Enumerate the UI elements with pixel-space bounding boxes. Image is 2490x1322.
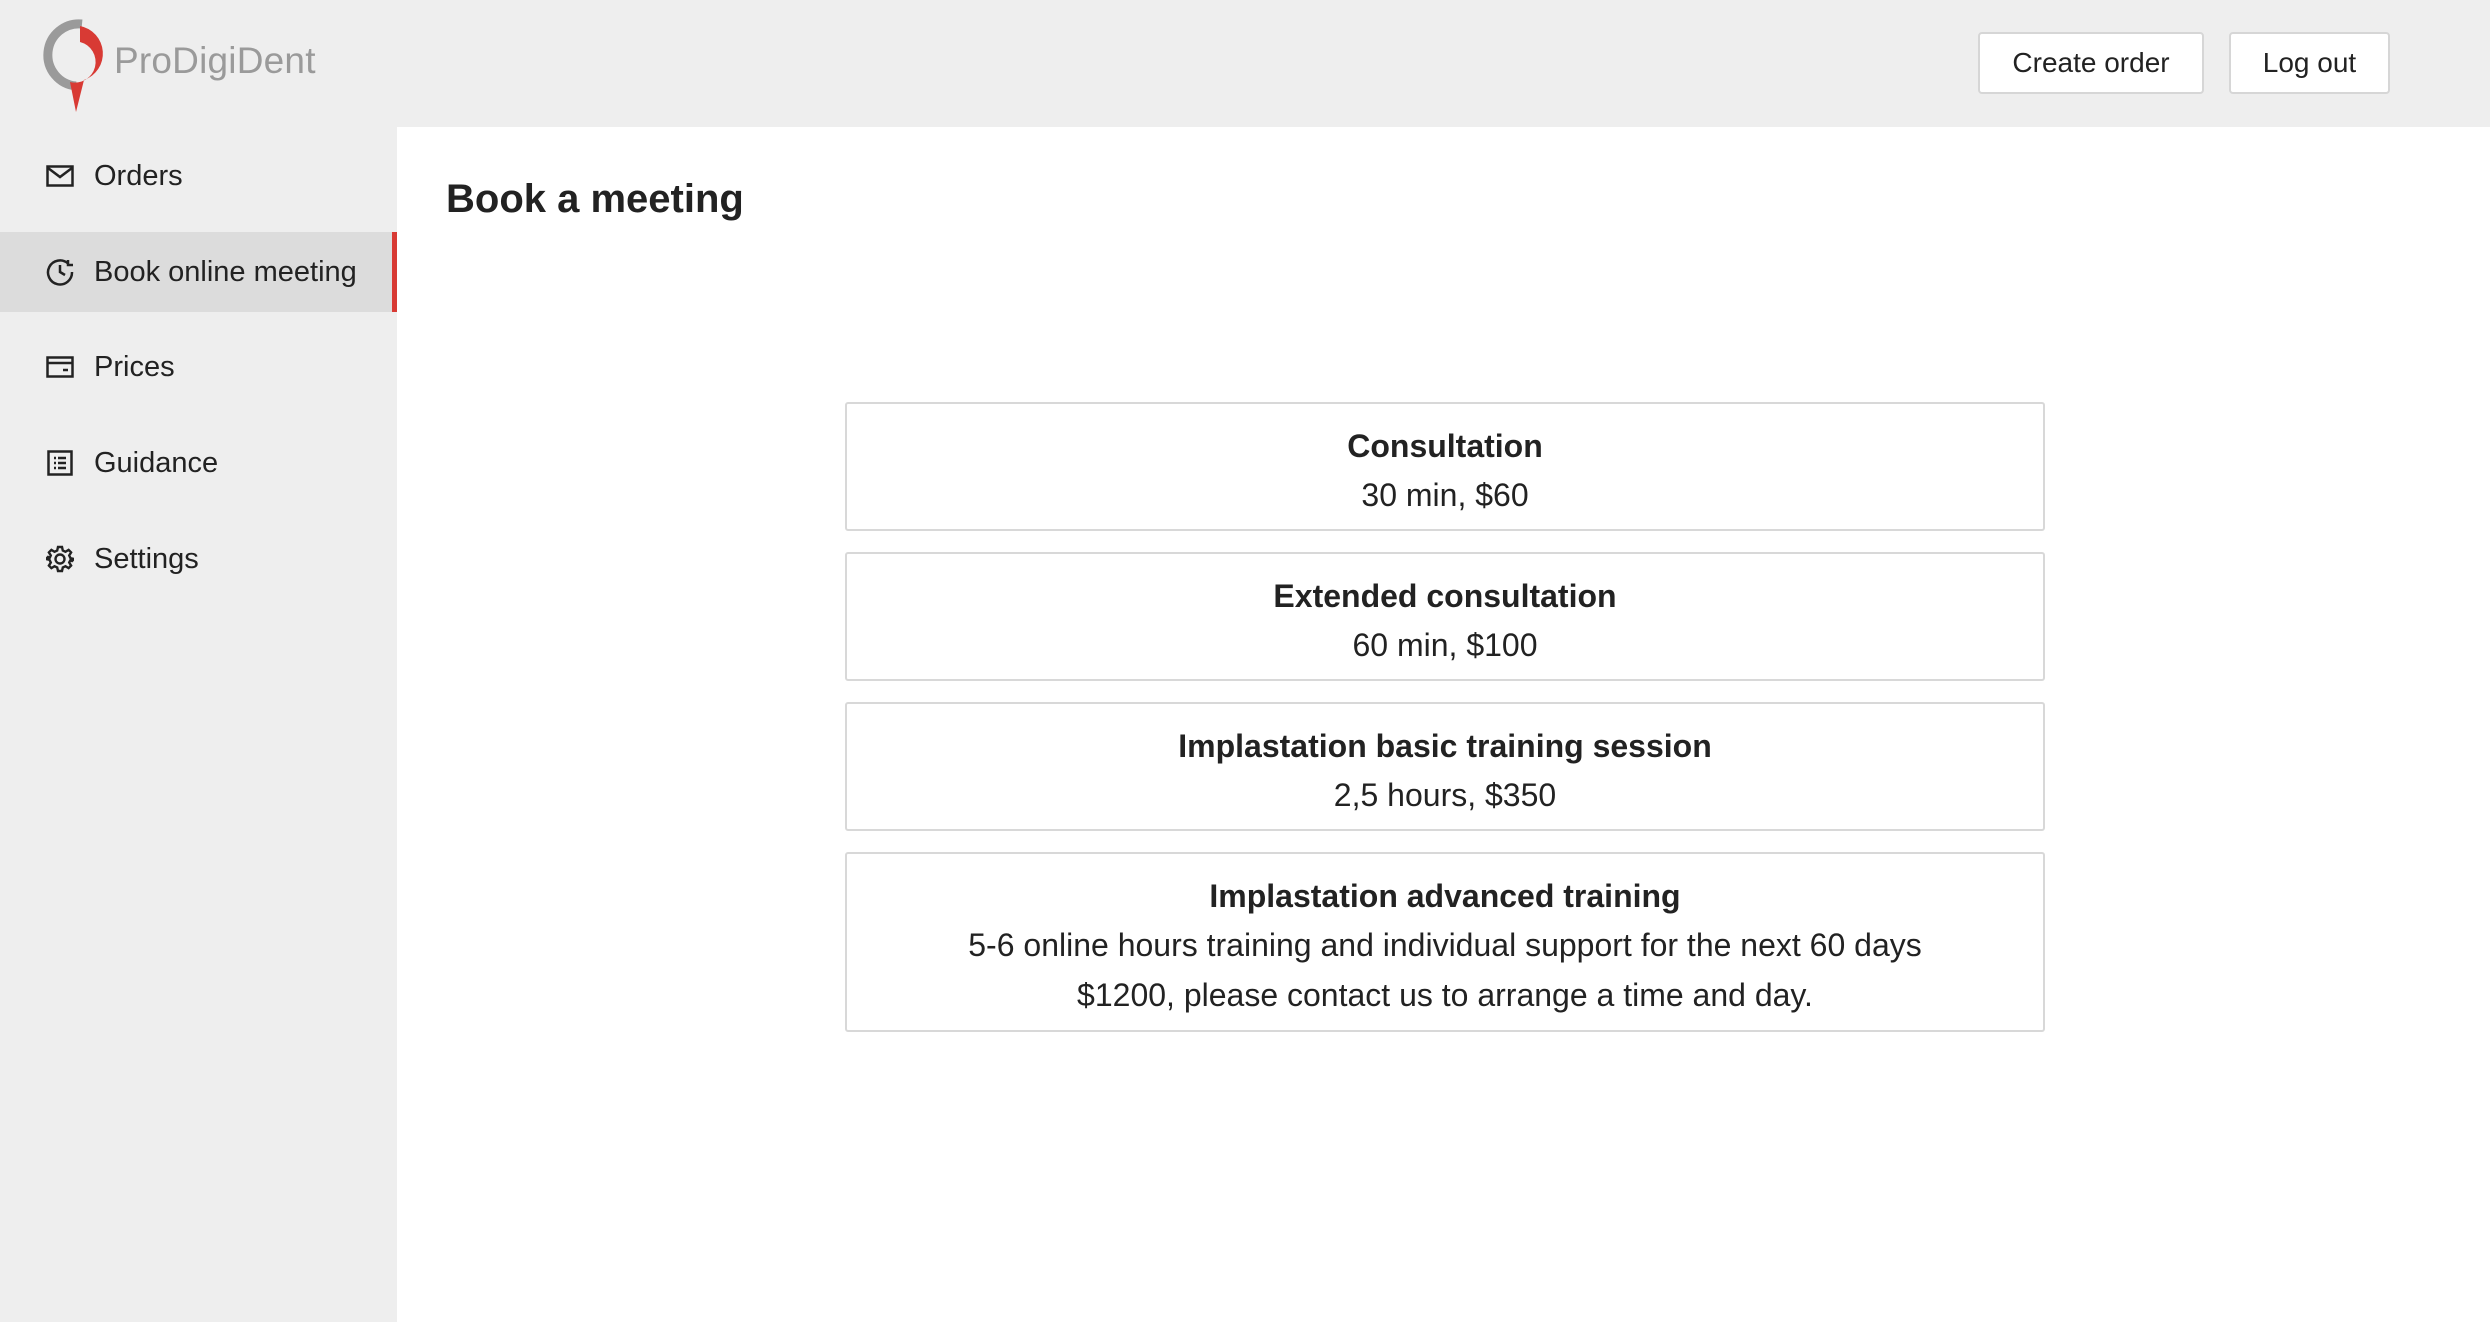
- sidebar-item-settings[interactable]: Settings: [0, 519, 397, 599]
- sidebar-item-label: Guidance: [94, 446, 219, 479]
- card-detail: 60 min, $100: [1352, 627, 1538, 663]
- list-icon: [45, 448, 75, 478]
- card-title: Extended consultation: [1273, 578, 1617, 614]
- app-root: ProDigiDent Create order Log out Orders: [0, 0, 2490, 1322]
- card-detail: 2,5 hours, $350: [1333, 777, 1557, 813]
- sidebar-item-label: Book online meeting: [94, 255, 357, 288]
- sidebar-item-book-online-meeting[interactable]: Book online meeting: [0, 232, 397, 312]
- card-detail: 30 min, $60: [1361, 477, 1529, 513]
- card-title: Implastation advanced training: [1209, 878, 1681, 914]
- clock-icon: [45, 257, 75, 287]
- card-detail: $1200, please contact us to arrange a ti…: [1077, 977, 1813, 1013]
- meeting-option-card[interactable]: Consultation 30 min, $60: [845, 402, 2045, 531]
- sidebar-item-label: Orders: [94, 159, 183, 192]
- logo-mark-icon: [43, 19, 103, 112]
- sidebar-item-prices[interactable]: Prices: [0, 327, 397, 407]
- logo[interactable]: ProDigiDent: [36, 18, 316, 114]
- meeting-option-card[interactable]: Implastation advanced training 5-6 onlin…: [845, 852, 2045, 1032]
- top-header: ProDigiDent Create order Log out: [0, 0, 2490, 127]
- logo-text: ProDigiDent: [114, 40, 316, 81]
- sidebar-item-label: Settings: [94, 542, 199, 575]
- wallet-icon: [45, 352, 75, 382]
- meeting-option-card[interactable]: Implastation basic training session 2,5 …: [845, 702, 2045, 831]
- sidebar-item-label: Prices: [94, 350, 175, 383]
- create-order-button[interactable]: Create order: [1978, 32, 2204, 94]
- meeting-option-card[interactable]: Extended consultation 60 min, $100: [845, 552, 2045, 681]
- logout-button[interactable]: Log out: [2229, 32, 2390, 94]
- sidebar-item-guidance[interactable]: Guidance: [0, 423, 397, 503]
- mail-icon: [45, 161, 75, 191]
- main-content: Book a meeting Consultation 30 min, $60 …: [397, 127, 2490, 1322]
- card-title: Implastation basic training session: [1178, 728, 1712, 764]
- gear-icon: [45, 544, 75, 574]
- card-detail: 5-6 online hours training and individual…: [968, 927, 1922, 963]
- card-title: Consultation: [1347, 428, 1543, 464]
- page-title: Book a meeting: [446, 177, 744, 221]
- sidebar: Orders Book online meeting Prices Guidan…: [0, 127, 397, 1322]
- sidebar-item-orders[interactable]: Orders: [0, 136, 397, 216]
